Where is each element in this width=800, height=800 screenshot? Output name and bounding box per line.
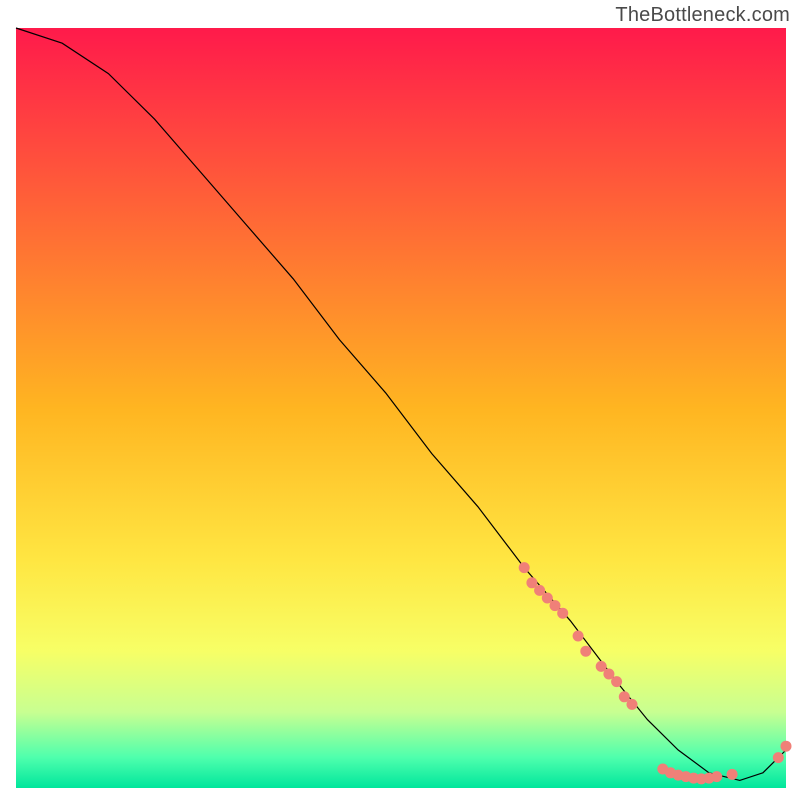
- cluster-upper-slope-dot: [611, 676, 622, 687]
- cluster-upper-slope-dot: [580, 646, 591, 657]
- cluster-bottom-flat-dot: [727, 769, 738, 780]
- cluster-upper-slope-dot: [573, 631, 584, 642]
- cluster-bottom-flat-dot: [711, 771, 722, 782]
- cluster-tail-up-dot: [773, 752, 784, 763]
- cluster-upper-slope-dot: [627, 699, 638, 710]
- watermark-text: TheBottleneck.com: [615, 4, 790, 27]
- cluster-upper-slope-dot: [557, 608, 568, 619]
- gradient-background: [16, 28, 786, 788]
- cluster-upper-slope-dot: [519, 562, 530, 573]
- cluster-tail-up-dot: [781, 741, 792, 752]
- bottleneck-chart: [0, 0, 800, 800]
